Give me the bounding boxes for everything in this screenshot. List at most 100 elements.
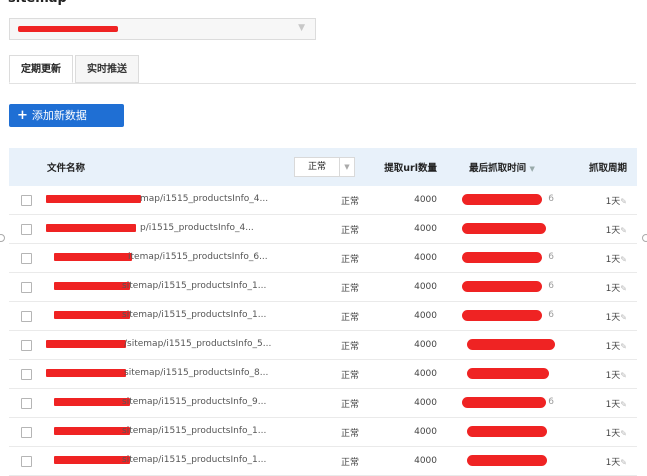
status-cell: 正常 <box>280 330 369 360</box>
redacted-filename <box>46 369 126 377</box>
crawl-period-cell[interactable]: 1天✎ <box>557 446 637 476</box>
status-cell: 正常 <box>280 301 369 331</box>
header-last-crawl-time[interactable]: 最后抓取时间 ▼ <box>447 148 557 186</box>
filename-suffix: map/i1515_productsInfo_4... <box>140 194 269 204</box>
row-checkbox[interactable] <box>21 426 32 438</box>
crawl-period-cell[interactable]: 1天✎ <box>557 417 637 447</box>
url-count-cell: 4000 <box>369 359 447 389</box>
last-crawl-time-cell: 6 <box>447 186 557 215</box>
redacted-timestamp <box>467 368 549 379</box>
crawl-period-value: 1天 <box>605 370 621 381</box>
row-checkbox[interactable] <box>21 368 32 380</box>
pencil-icon[interactable]: ✎ <box>620 342 627 351</box>
sitemap-table: 文件名称 正常 ▼ 提取url数量 最后抓取时间 ▼ 抓取周期 map/i151… <box>9 148 637 476</box>
filename-cell[interactable]: /sitemap/i1515_productsInfo_5... <box>42 330 280 360</box>
filename-cell[interactable]: sitemap/i1515_productsInfo_8... <box>42 359 280 389</box>
row-checkbox[interactable] <box>21 223 32 235</box>
table-row[interactable]: p/i1515_productsInfo_4... 正常 4000 1天✎ <box>9 214 637 244</box>
table-row[interactable]: /sitemap/i1515_productsInfo_5... 正常 4000 1天… <box>9 330 637 360</box>
pencil-icon[interactable]: ✎ <box>620 313 627 322</box>
filename-cell[interactable]: sitemap/i1515_productsInfo_1... <box>42 417 280 447</box>
crawl-period-value: 1天 <box>605 312 621 323</box>
table-row[interactable]: sitemap/i1515_productsInfo_8... 正常 4000 1天✎ <box>9 359 637 389</box>
table-row[interactable]: sitemap/i1515_productsInfo_1... 正常 4000 1天✎ <box>9 446 637 476</box>
crawl-period-cell[interactable]: 1天✎ <box>557 359 637 389</box>
crawl-period-cell[interactable]: 1天✎ <box>557 272 637 302</box>
pencil-icon[interactable]: ✎ <box>620 371 627 380</box>
row-checkbox[interactable] <box>21 310 32 322</box>
crawl-period-cell[interactable]: 1天✎ <box>557 186 637 215</box>
pencil-icon[interactable]: ✎ <box>620 255 627 264</box>
header-crawl-period: 抓取周期 <box>557 148 637 186</box>
crawl-period-value: 1天 <box>605 283 621 294</box>
crawl-period-value: 1天 <box>605 399 621 410</box>
row-checkbox[interactable] <box>21 397 32 409</box>
crawl-period-cell[interactable]: 1天✎ <box>557 214 637 244</box>
page-title: sitemap <box>8 0 67 6</box>
sort-down-icon: ▼ <box>529 165 535 173</box>
redacted-timestamp <box>467 455 547 466</box>
table-row[interactable]: sitemap/i1515_productsInfo_9... 正常 4000 6 1天… <box>9 388 637 418</box>
filename-cell[interactable]: itemap/i1515_productsInfo_6... <box>42 243 280 273</box>
url-count-cell: 4000 <box>369 388 447 418</box>
filename-cell[interactable]: sitemap/i1515_productsInfo_1... <box>42 301 280 331</box>
filename-suffix: sitemap/i1515_productsInfo_1... <box>122 310 267 320</box>
pencil-icon[interactable]: ✎ <box>620 429 627 438</box>
filename-cell[interactable]: sitemap/i1515_productsInfo_1... <box>42 446 280 476</box>
row-checkbox[interactable] <box>21 339 32 351</box>
filename-cell[interactable]: p/i1515_productsInfo_4... <box>42 214 280 244</box>
status-filter-select[interactable]: 正常 ▼ <box>294 157 355 177</box>
table-row[interactable]: map/i1515_productsInfo_4... 正常 4000 6 1天✎ <box>9 186 637 215</box>
redacted-timestamp <box>462 194 542 205</box>
header-select-column <box>9 148 42 186</box>
status-filter-label: 正常 <box>307 162 326 172</box>
crawl-period-cell[interactable]: 1天✎ <box>557 388 637 418</box>
last-crawl-time-cell <box>447 214 557 244</box>
table-row[interactable]: sitemap/i1515_productsInfo_1... 正常 4000 1天✎ <box>9 417 637 447</box>
timestamp-tail: 6 <box>548 397 554 407</box>
header-filename: 文件名称 <box>42 148 280 186</box>
filename-suffix: sitemap/i1515_productsInfo_1... <box>122 426 267 436</box>
crawl-period-cell[interactable]: 1天✎ <box>557 301 637 331</box>
pencil-icon[interactable]: ✎ <box>620 458 627 467</box>
redacted-filename <box>54 427 130 435</box>
crawl-period-value: 1天 <box>605 457 621 468</box>
table-row[interactable]: itemap/i1515_productsInfo_6... 正常 4000 6 1天✎ <box>9 243 637 273</box>
filename-cell[interactable]: sitemap/i1515_productsInfo_9... <box>42 388 280 418</box>
row-checkbox[interactable] <box>21 252 32 264</box>
pencil-icon[interactable]: ✎ <box>620 226 627 235</box>
filename-cell[interactable]: sitemap/i1515_productsInfo_1... <box>42 272 280 302</box>
filename-cell[interactable]: map/i1515_productsInfo_4... <box>42 186 280 215</box>
table-row[interactable]: sitemap/i1515_productsInfo_1... 正常 4000 6 1天… <box>9 301 637 331</box>
add-data-button[interactable]: + 添加新数据 <box>9 104 124 127</box>
pencil-icon[interactable]: ✎ <box>620 284 627 293</box>
tab-scheduled-update[interactable]: 定期更新 <box>9 55 73 83</box>
table-row[interactable]: sitemap/i1515_productsInfo_1... 正常 4000 6 1天… <box>9 272 637 302</box>
site-select[interactable]: ▼ <box>9 18 316 40</box>
right-scroll-handle[interactable] <box>642 234 647 242</box>
filename-suffix: sitemap/i1515_productsInfo_1... <box>122 455 267 465</box>
filename-suffix: itemap/i1515_productsInfo_6... <box>128 252 268 262</box>
tab-realtime-push[interactable]: 实时推送 <box>75 55 139 83</box>
timestamp-tail: 6 <box>548 194 554 204</box>
row-checkbox[interactable] <box>21 281 32 293</box>
crawl-period-cell[interactable]: 1天✎ <box>557 243 637 273</box>
url-count-cell: 4000 <box>369 301 447 331</box>
pencil-icon[interactable]: ✎ <box>620 197 627 206</box>
pencil-icon[interactable]: ✎ <box>620 400 627 409</box>
url-count-cell: 4000 <box>369 417 447 447</box>
header-url-count: 提取url数量 <box>369 148 447 186</box>
chevron-down-icon: ▼ <box>298 23 305 33</box>
crawl-period-cell[interactable]: 1天✎ <box>557 330 637 360</box>
last-crawl-time-cell: 6 <box>447 301 557 331</box>
row-checkbox[interactable] <box>21 455 32 467</box>
url-count-cell: 4000 <box>369 243 447 273</box>
redacted-timestamp <box>462 397 546 408</box>
left-scroll-handle[interactable] <box>0 234 5 242</box>
row-select-cell <box>9 272 42 302</box>
row-checkbox[interactable] <box>21 194 32 206</box>
row-select-cell <box>9 388 42 418</box>
status-cell: 正常 <box>280 272 369 302</box>
redacted-timestamp <box>462 310 542 321</box>
filename-suffix: /sitemap/i1515_productsInfo_5... <box>124 339 272 349</box>
